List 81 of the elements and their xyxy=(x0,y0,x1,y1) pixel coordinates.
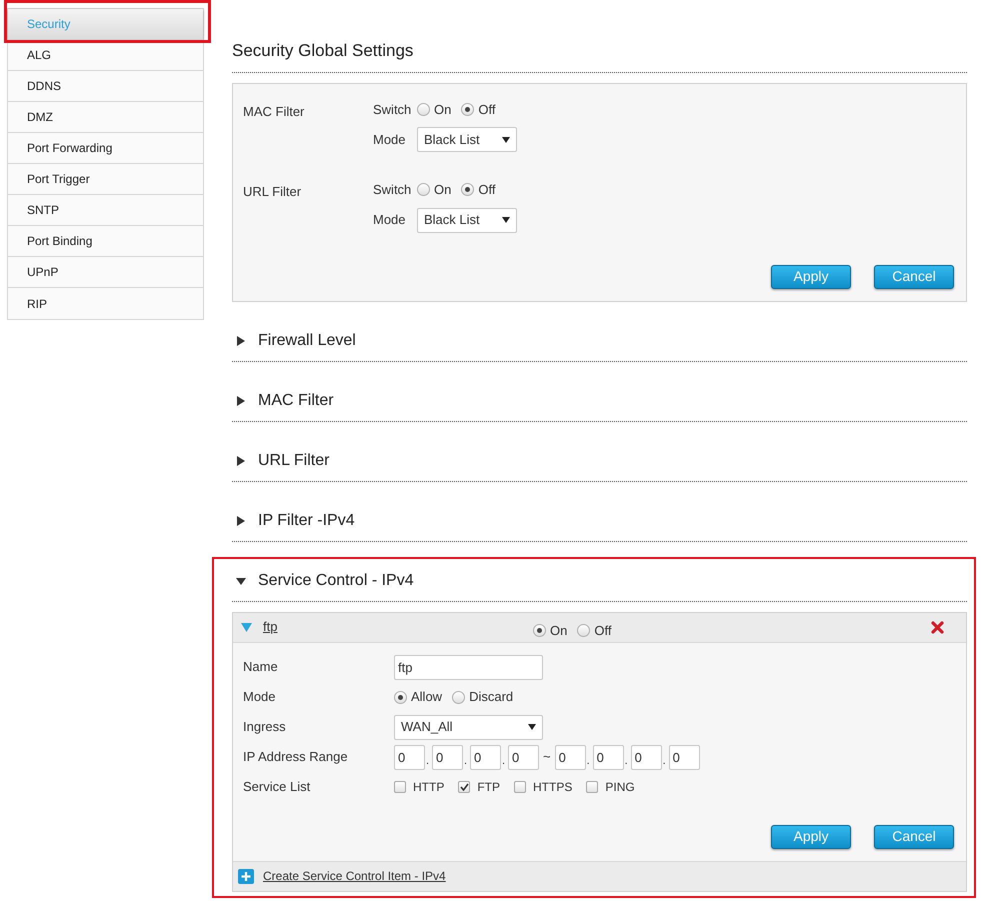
ip-octet-field[interactable]: 0 xyxy=(394,744,425,770)
sidebar-item[interactable]: SNTP xyxy=(8,195,203,226)
field-label: Name xyxy=(243,658,279,676)
radio-button[interactable] xyxy=(417,102,430,116)
sidebar-item[interactable]: DDNS xyxy=(8,71,203,102)
radio-label: Discard xyxy=(469,688,514,706)
checkbox[interactable] xyxy=(514,781,526,793)
field-label: Mode xyxy=(243,688,277,706)
checkbox-label: FTP xyxy=(477,779,500,796)
expand-arrow-icon[interactable] xyxy=(236,456,246,466)
field-label: Service List xyxy=(243,778,312,796)
dot-separator: . xyxy=(662,754,667,769)
expand-arrow-icon[interactable] xyxy=(236,396,246,406)
dot-separator: . xyxy=(426,754,430,769)
sidebar-item[interactable]: Port Binding xyxy=(8,226,203,257)
radio-label: On xyxy=(434,100,452,118)
add-icon[interactable] xyxy=(238,868,254,884)
checkbox[interactable] xyxy=(586,781,598,793)
sidebar-item[interactable]: DMZ xyxy=(8,102,203,133)
field-label: Ingress xyxy=(243,718,287,736)
create-item-link[interactable]: Create Service Control Item - IPv4 xyxy=(263,867,446,885)
dropdown-arrow-icon xyxy=(502,136,510,142)
radio-label: On xyxy=(434,181,452,199)
sidebar-item[interactable]: UPnP xyxy=(8,257,203,288)
dropdown[interactable]: WAN_All xyxy=(394,714,543,740)
radio-label: Allow xyxy=(411,688,442,706)
checkbox-label: HTTP xyxy=(413,779,444,796)
radio-button[interactable] xyxy=(452,690,466,704)
radio-label: Off xyxy=(478,100,496,118)
sidebar-item[interactable]: Port Forwarding xyxy=(8,133,203,164)
radio-button[interactable] xyxy=(577,624,590,637)
field-label: IP Address Range xyxy=(243,748,349,766)
radio-button[interactable] xyxy=(533,624,546,637)
switch-label: Switch xyxy=(373,100,411,118)
expand-arrow-icon[interactable] xyxy=(236,516,246,526)
ip-octet-field[interactable]: 0 xyxy=(470,744,501,770)
range-separator: ~ xyxy=(542,748,552,766)
radio-label: Off xyxy=(594,622,612,640)
sidebar-item[interactable]: Port Trigger xyxy=(8,164,203,195)
sidebar-item[interactable]: RIP xyxy=(8,288,203,319)
checkbox[interactable] xyxy=(458,781,470,793)
delete-icon[interactable] xyxy=(931,620,944,634)
name-field[interactable]: ftp xyxy=(394,654,543,680)
ip-octet-field[interactable]: 0 xyxy=(432,744,463,770)
switch-label: Switch xyxy=(373,181,411,199)
ip-octet-field[interactable]: 0 xyxy=(630,744,662,770)
mode-label: Mode xyxy=(373,130,407,149)
section-title: Security Global Settings xyxy=(232,38,967,72)
radio-label: Off xyxy=(478,181,496,199)
ip-octet-field[interactable]: 0 xyxy=(554,744,586,770)
filter-label: URL Filter xyxy=(243,183,302,201)
radio-button[interactable] xyxy=(461,102,474,116)
dot-separator: . xyxy=(464,754,468,769)
ip-octet-field[interactable]: 0 xyxy=(668,744,700,770)
ip-octet-field[interactable]: 0 xyxy=(592,744,624,770)
section-header[interactable]: URL Filter xyxy=(258,449,330,473)
dropdown-arrow-icon xyxy=(528,724,536,730)
checkbox[interactable] xyxy=(394,781,406,793)
dropdown[interactable]: Black List xyxy=(417,127,517,152)
section-header[interactable]: MAC Filter xyxy=(258,389,334,413)
dropdown-arrow-icon xyxy=(502,217,510,223)
sidebar-item[interactable]: ALG xyxy=(8,40,203,71)
mode-label: Mode xyxy=(373,211,407,230)
radio-label: On xyxy=(550,622,568,640)
section-header[interactable]: Firewall Level xyxy=(258,329,356,353)
expand-arrow-icon[interactable] xyxy=(236,336,246,346)
checkbox-label: HTTPS xyxy=(533,779,572,796)
dot-separator: . xyxy=(624,754,629,769)
section-header[interactable]: Service Control - IPv4 xyxy=(258,569,414,593)
radio-button[interactable] xyxy=(461,183,474,196)
section-header[interactable]: IP Filter -IPv4 xyxy=(258,509,355,533)
dropdown[interactable]: Black List xyxy=(417,208,517,232)
dot-separator: . xyxy=(586,754,591,769)
ip-octet-field[interactable]: 0 xyxy=(508,744,539,770)
dot-separator: . xyxy=(502,754,506,769)
filter-label: MAC Filter xyxy=(243,102,306,120)
item-name-link[interactable]: ftp xyxy=(263,617,278,637)
radio-button[interactable] xyxy=(417,183,430,196)
collapse-arrow-icon[interactable] xyxy=(236,576,246,586)
radio-button[interactable] xyxy=(394,690,407,704)
checkbox-label: PING xyxy=(605,779,635,796)
